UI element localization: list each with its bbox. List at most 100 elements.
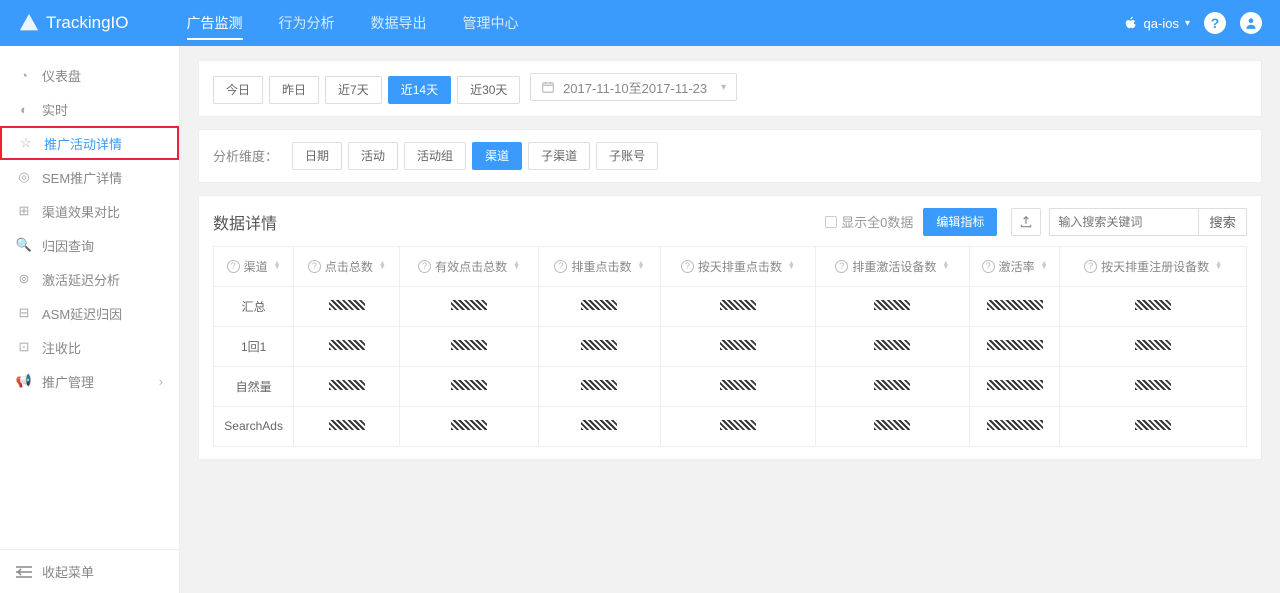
date-quick-button[interactable]: 近30天 xyxy=(457,76,520,104)
help-icon: ? xyxy=(308,260,321,273)
table-header-cell[interactable]: ?排重激活设备数▲▼ xyxy=(815,246,970,286)
app-header: TrackingIO 广告监测行为分析数据导出管理中心 qa-ios ▾ ? xyxy=(0,0,1280,46)
sidebar-item[interactable]: ⊟ASM延迟归因 xyxy=(0,296,179,330)
sort-icon: ▲▼ xyxy=(274,262,281,270)
sidebar-item-label: ASM延迟归因 xyxy=(42,304,122,323)
sidebar-item[interactable]: ◐ 实时 xyxy=(0,92,179,126)
topnav-item[interactable]: 数据导出 xyxy=(353,0,445,46)
row-label-cell: 汇总 xyxy=(214,286,294,326)
dimension-button[interactable]: 渠道 xyxy=(472,142,522,170)
help-icon: ? xyxy=(418,260,431,273)
redacted-value xyxy=(1135,340,1171,350)
chevron-right-icon: › xyxy=(159,374,163,389)
topnav-item[interactable]: 行为分析 xyxy=(261,0,353,46)
user-avatar[interactable] xyxy=(1240,12,1262,34)
sidebar-item[interactable]: ◔仪表盘 xyxy=(0,58,179,92)
data-cell xyxy=(400,286,538,326)
sidebar-item-label: 实时 xyxy=(42,100,68,119)
date-quick-button[interactable]: 今日 xyxy=(213,76,263,104)
redacted-value xyxy=(874,340,910,350)
date-quick-button[interactable]: 近14天 xyxy=(388,76,451,104)
column-label: 激活率 xyxy=(999,258,1035,275)
redacted-value xyxy=(1135,380,1171,390)
table-header-cell[interactable]: ?渠道▲▼ xyxy=(214,246,294,286)
dimension-button[interactable]: 子账号 xyxy=(596,142,658,170)
calendar-icon xyxy=(541,80,555,94)
sidebar-item[interactable]: 🔍 归因查询 xyxy=(0,228,179,262)
topnav-item[interactable]: 管理中心 xyxy=(445,0,537,46)
data-cell xyxy=(294,406,400,446)
sidebar-item-icon: ◐ xyxy=(16,101,32,117)
user-icon xyxy=(1244,16,1258,30)
sidebar: ◔仪表盘 ◐ 实时 ☆推广活动详情 ◎ SEM推广详情 ⊞渠道效果对比 🔍 归因查询 ⊚激活延迟分… xyxy=(0,46,180,593)
topnav-item[interactable]: 广告监测 xyxy=(169,0,261,46)
date-quick-button[interactable]: 昨日 xyxy=(269,76,319,104)
search-button[interactable]: 搜索 xyxy=(1199,208,1247,236)
data-cell xyxy=(538,366,660,406)
redacted-value xyxy=(987,420,1043,430)
help-button[interactable]: ? xyxy=(1204,12,1226,34)
date-range-picker[interactable]: 2017-11-10至2017-11-23 ▾ xyxy=(530,73,737,101)
sidebar-item-label: 激活延迟分析 xyxy=(42,270,120,289)
table-header-cell[interactable]: ?排重点击数▲▼ xyxy=(538,246,660,286)
dimension-panel: 分析维度： 日期活动活动组渠道子渠道子账号 xyxy=(198,129,1262,183)
logo-icon xyxy=(18,12,40,34)
collapse-icon xyxy=(16,564,32,580)
help-icon: ? xyxy=(835,260,848,273)
show-zero-checkbox[interactable]: 显示全0数据 xyxy=(825,212,913,231)
data-cell xyxy=(970,286,1060,326)
sidebar-item[interactable]: ⊚激活延迟分析 xyxy=(0,262,179,296)
redacted-value xyxy=(720,300,756,310)
sort-icon: ▲▼ xyxy=(637,262,644,270)
search-input[interactable] xyxy=(1049,208,1199,236)
export-button[interactable] xyxy=(1011,208,1041,236)
table-header-cell[interactable]: ?有效点击总数▲▼ xyxy=(400,246,538,286)
data-cell xyxy=(661,366,816,406)
checkbox-icon xyxy=(825,216,837,228)
sidebar-item[interactable]: ◎ SEM推广详情 xyxy=(0,160,179,194)
collapse-menu[interactable]: 收起菜单 xyxy=(0,549,179,593)
platform-selector[interactable]: qa-ios ▾ xyxy=(1124,16,1190,31)
data-cell xyxy=(815,286,970,326)
table-header-cell[interactable]: ?点击总数▲▼ xyxy=(294,246,400,286)
redacted-value xyxy=(987,300,1043,310)
redacted-value xyxy=(987,380,1043,390)
sidebar-item-label: 推广管理 xyxy=(42,372,94,391)
data-cell xyxy=(400,366,538,406)
sidebar-item[interactable]: ☆推广活动详情 xyxy=(0,126,179,160)
date-filter-panel: 今日昨日近7天近14天近30天 2017-11-10至2017-11-23 ▾ xyxy=(198,60,1262,117)
table-header-cell[interactable]: ?按天排重点击数▲▼ xyxy=(661,246,816,286)
redacted-value xyxy=(1135,420,1171,430)
data-cell xyxy=(400,406,538,446)
dimension-button[interactable]: 日期 xyxy=(292,142,342,170)
dimension-button[interactable]: 活动组 xyxy=(404,142,466,170)
apple-icon xyxy=(1124,16,1138,30)
redacted-value xyxy=(720,340,756,350)
sidebar-item[interactable]: 📢推广管理› xyxy=(0,364,179,398)
table-row: 自然量 xyxy=(214,366,1247,406)
table-header-cell[interactable]: ?按天排重注册设备数▲▼ xyxy=(1060,246,1247,286)
dimension-button[interactable]: 活动 xyxy=(348,142,398,170)
table-header-cell[interactable]: ?激活率▲▼ xyxy=(970,246,1060,286)
sidebar-item-icon: 🔍 xyxy=(16,237,32,253)
brand-logo: TrackingIO xyxy=(18,12,129,34)
sidebar-item[interactable]: ⊞渠道效果对比 xyxy=(0,194,179,228)
edit-metrics-button[interactable]: 编辑指标 xyxy=(923,208,997,236)
help-icon: ? xyxy=(982,260,995,273)
dimension-button[interactable]: 子渠道 xyxy=(528,142,590,170)
redacted-value xyxy=(581,380,617,390)
sidebar-item-label: SEM推广详情 xyxy=(42,168,122,187)
sidebar-item-label: 推广活动详情 xyxy=(44,134,122,153)
sidebar-item-icon: ◎ xyxy=(16,169,32,185)
data-cell xyxy=(1060,366,1247,406)
data-cell xyxy=(294,326,400,366)
header-right: qa-ios ▾ ? xyxy=(1124,12,1262,34)
data-cell xyxy=(970,406,1060,446)
platform-label: qa-ios xyxy=(1144,16,1179,31)
date-quick-button[interactable]: 近7天 xyxy=(325,76,382,104)
sidebar-item[interactable]: ⊡注收比 xyxy=(0,330,179,364)
row-label-cell: 1回1 xyxy=(214,326,294,366)
sidebar-item-label: 归因查询 xyxy=(42,236,94,255)
data-cell xyxy=(538,286,660,326)
dimension-label: 分析维度： xyxy=(213,146,278,165)
